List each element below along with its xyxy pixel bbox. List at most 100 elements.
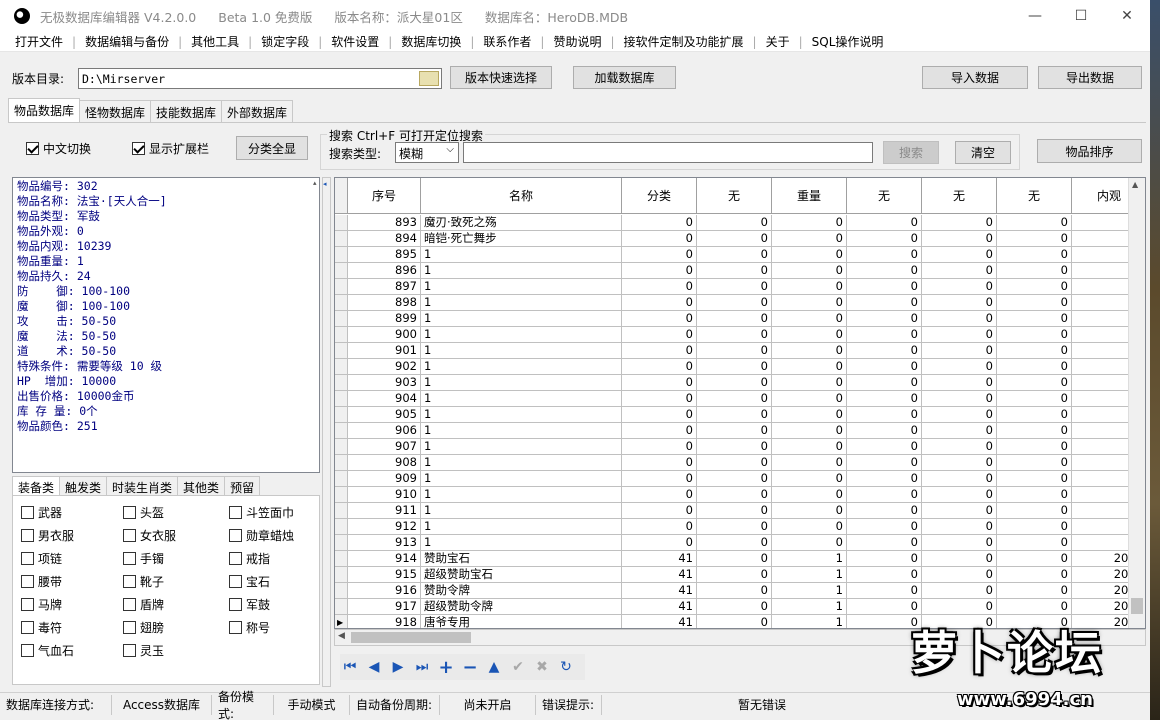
row-indicator[interactable] [335,439,348,455]
table-cell[interactable]: 908 [348,455,421,471]
table-cell[interactable]: 1 [772,583,847,599]
table-cell[interactable]: 0 [772,535,847,551]
row-indicator[interactable] [335,471,348,487]
column-header[interactable]: 无 [697,178,772,214]
table-cell[interactable]: 1 [421,487,622,503]
table-cell[interactable]: 1 [421,375,622,391]
table-cell[interactable]: 0 [772,359,847,375]
table-row[interactable]: 89510000000 [335,247,1145,263]
table-cell[interactable]: 0 [697,231,772,247]
table-cell[interactable]: 1 [421,327,622,343]
table-cell[interactable]: 0 [697,455,772,471]
table-row[interactable]: 91110000000 [335,503,1145,519]
table-cell[interactable]: 0 [697,263,772,279]
table-cell[interactable]: 0 [622,375,697,391]
table-cell[interactable]: 赞助令牌 [421,583,622,599]
table-cell[interactable]: 0 [997,567,1072,583]
table-cell[interactable]: 0 [697,311,772,327]
table-cell[interactable]: 0 [847,407,922,423]
table-cell[interactable]: 915 [348,567,421,583]
table-cell[interactable]: 0 [847,375,922,391]
row-indicator[interactable] [335,407,348,423]
table-cell[interactable]: 超级赞助宝石 [421,567,622,583]
menu-item[interactable]: 数据库切换 [392,33,470,50]
table-row[interactable]: 917超级赞助令牌41010002008 [335,599,1145,615]
table-cell[interactable]: 1 [421,343,622,359]
table-cell[interactable]: 0 [772,519,847,535]
table-cell[interactable]: 0 [847,567,922,583]
category-tab[interactable]: 装备类 [12,476,61,496]
table-cell[interactable]: 0 [997,343,1072,359]
table-cell[interactable]: 893 [348,215,421,231]
table-cell[interactable]: 41 [622,583,697,599]
table-cell[interactable]: 0 [922,263,997,279]
category-checkbox[interactable]: 马牌 [21,596,62,613]
table-cell[interactable]: 0 [922,455,997,471]
column-header[interactable]: 名称 [421,178,622,214]
row-indicator[interactable] [335,215,348,231]
column-header[interactable]: 无 [847,178,922,214]
table-cell[interactable]: 1 [772,567,847,583]
grid-vscrollbar[interactable]: ▲ [1128,178,1145,628]
table-cell[interactable]: 0 [922,375,997,391]
table-cell[interactable]: 0 [772,311,847,327]
table-cell[interactable]: 0 [997,247,1072,263]
category-all-button[interactable]: 分类全显 [236,136,308,160]
table-cell[interactable]: 0 [622,535,697,551]
table-cell[interactable]: 1 [421,279,622,295]
menu-item[interactable]: 数据编辑与备份 [76,33,178,50]
db-tab[interactable]: 怪物数据库 [79,100,152,122]
category-tab[interactable]: 预留 [224,476,261,496]
table-cell[interactable]: 0 [997,359,1072,375]
row-indicator[interactable] [335,263,348,279]
table-cell[interactable]: 暗铠·死亡舞步 [421,231,622,247]
table-cell[interactable]: 0 [697,439,772,455]
category-tab[interactable]: 触发类 [59,476,108,496]
table-cell[interactable]: 0 [997,215,1072,231]
table-cell[interactable]: 909 [348,471,421,487]
load-db-button[interactable]: 加载数据库 [573,66,676,89]
table-cell[interactable]: 0 [922,343,997,359]
row-indicator[interactable] [335,247,348,263]
table-cell[interactable]: 903 [348,375,421,391]
table-cell[interactable]: 0 [922,551,997,567]
menu-item[interactable]: 接软件定制及功能扩展 [615,33,753,50]
table-cell[interactable]: 41 [622,615,697,628]
table-cell[interactable]: 0 [697,327,772,343]
row-indicator[interactable] [335,599,348,615]
table-cell[interactable]: 0 [997,327,1072,343]
table-cell[interactable]: 0 [997,311,1072,327]
table-cell[interactable]: 魔刃·致死之殇 [421,215,622,231]
table-cell[interactable]: 1 [421,407,622,423]
table-cell[interactable]: 0 [847,439,922,455]
table-cell[interactable]: 0 [697,599,772,615]
column-header[interactable]: 重量 [772,178,847,214]
table-cell[interactable]: 0 [697,215,772,231]
table-cell[interactable]: 0 [622,311,697,327]
hscroll-thumb[interactable] [351,632,471,643]
table-cell[interactable]: 0 [772,439,847,455]
table-cell[interactable]: 894 [348,231,421,247]
table-row[interactable]: 90510000000 [335,407,1145,423]
minimize-button[interactable]: — [1012,0,1058,32]
table-row[interactable]: 914赞助宝石41010002003 [335,551,1145,567]
add-icon[interactable]: + [436,657,456,678]
table-cell[interactable]: 900 [348,327,421,343]
table-cell[interactable]: 0 [697,503,772,519]
category-checkbox[interactable]: 武器 [21,504,62,521]
table-cell[interactable]: 914 [348,551,421,567]
table-cell[interactable]: 0 [997,231,1072,247]
table-cell[interactable]: 0 [997,375,1072,391]
table-cell[interactable]: 1 [421,471,622,487]
table-cell[interactable]: 0 [922,519,997,535]
table-cell[interactable]: 1 [421,439,622,455]
table-cell[interactable]: 0 [922,599,997,615]
table-cell[interactable]: 0 [622,503,697,519]
table-cell[interactable]: 0 [847,327,922,343]
table-cell[interactable]: 0 [847,487,922,503]
up-icon[interactable]: ▲ [484,657,504,677]
table-cell[interactable]: 0 [997,407,1072,423]
prev-icon[interactable]: ◀ [364,657,384,677]
table-cell[interactable]: 0 [697,487,772,503]
table-cell[interactable]: 899 [348,311,421,327]
